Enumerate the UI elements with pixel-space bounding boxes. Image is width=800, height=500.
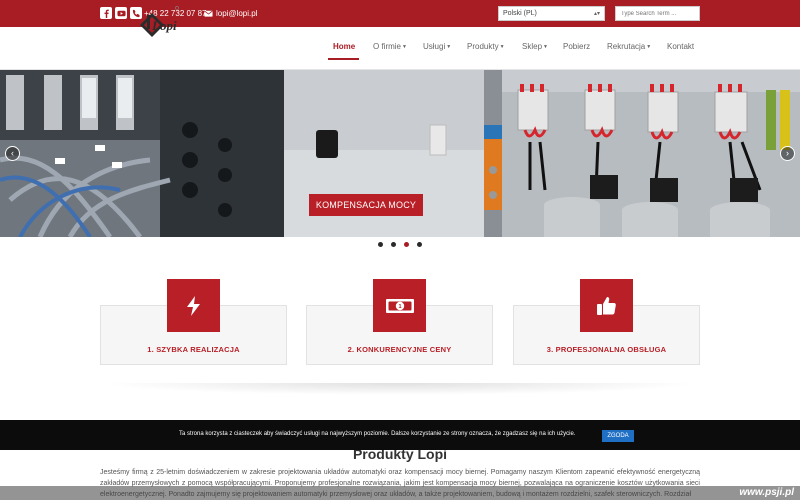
nav-item-produkty[interactable]: Produkty▼ <box>467 42 505 52</box>
nav-item-kontakt[interactable]: Kontakt <box>667 42 694 52</box>
nav-item-pobierz[interactable]: Pobierz <box>563 42 590 52</box>
cookie-accept-button[interactable]: ZGODA <box>602 430 634 442</box>
language-select[interactable]: Polski (PL) ▴▾ <box>498 6 605 21</box>
caret-down-icon: ▼ <box>543 44 548 50</box>
thumbs-up-icon <box>580 279 633 332</box>
watermark: www.psji.pl <box>739 487 794 498</box>
search-input[interactable] <box>615 6 700 21</box>
lightning-icon <box>167 279 220 332</box>
feature-label-realizacja: 1. SZYBKA REALIZACJA <box>147 345 240 354</box>
section-divider <box>100 383 700 395</box>
slide-caption-button[interactable]: KOMPENSACJA MOCY <box>309 194 423 216</box>
chevron-updown-icon: ▴▾ <box>593 11 600 17</box>
cookie-bar: Ta strona korzysta z ciasteczek aby świa… <box>0 420 800 450</box>
language-select-value: Polski (PL) <box>503 10 537 17</box>
slider-dot-1[interactable] <box>378 242 383 247</box>
slider-next-button[interactable]: › <box>780 146 795 161</box>
svg-text:1: 1 <box>398 304 401 310</box>
caret-down-icon: ▼ <box>646 44 652 50</box>
watermark-band <box>0 486 800 500</box>
caret-down-icon: ▼ <box>499 44 505 50</box>
nav-item-o-firmie[interactable]: O firmie▼ <box>373 42 407 52</box>
email-link[interactable]: lopi@lopi.pl <box>216 8 257 19</box>
feature-label-ceny: 2. KONKURENCYJNE CENY <box>347 345 452 354</box>
slider-dot-3[interactable] <box>404 242 409 247</box>
nav-item-sklep[interactable]: Sklep▼ <box>522 42 548 52</box>
feature-label-obsluga: 3. PROFESJONALNA OBSŁUGA <box>546 345 667 354</box>
envelope-icon <box>202 7 214 19</box>
nav-item-rekrutacja[interactable]: Rekrutacja▼ <box>607 42 651 52</box>
nav-active-indicator <box>328 58 359 60</box>
slider-dot-4[interactable] <box>417 242 422 247</box>
cookie-text: Ta strona korzysta z ciasteczek aby świa… <box>179 431 576 437</box>
nav-item-uslugi[interactable]: Usługi▼ <box>423 42 451 52</box>
slider-prev-button[interactable]: ‹ <box>5 146 20 161</box>
nav-item-home[interactable]: Home <box>333 42 355 52</box>
facebook-icon[interactable] <box>100 7 112 19</box>
logo-text: Lopi <box>152 18 177 33</box>
slider-dot-2[interactable] <box>391 242 396 247</box>
caret-down-icon: ▼ <box>446 44 452 50</box>
caret-down-icon: ▼ <box>402 44 407 50</box>
banknote-icon: 1 <box>373 279 426 332</box>
